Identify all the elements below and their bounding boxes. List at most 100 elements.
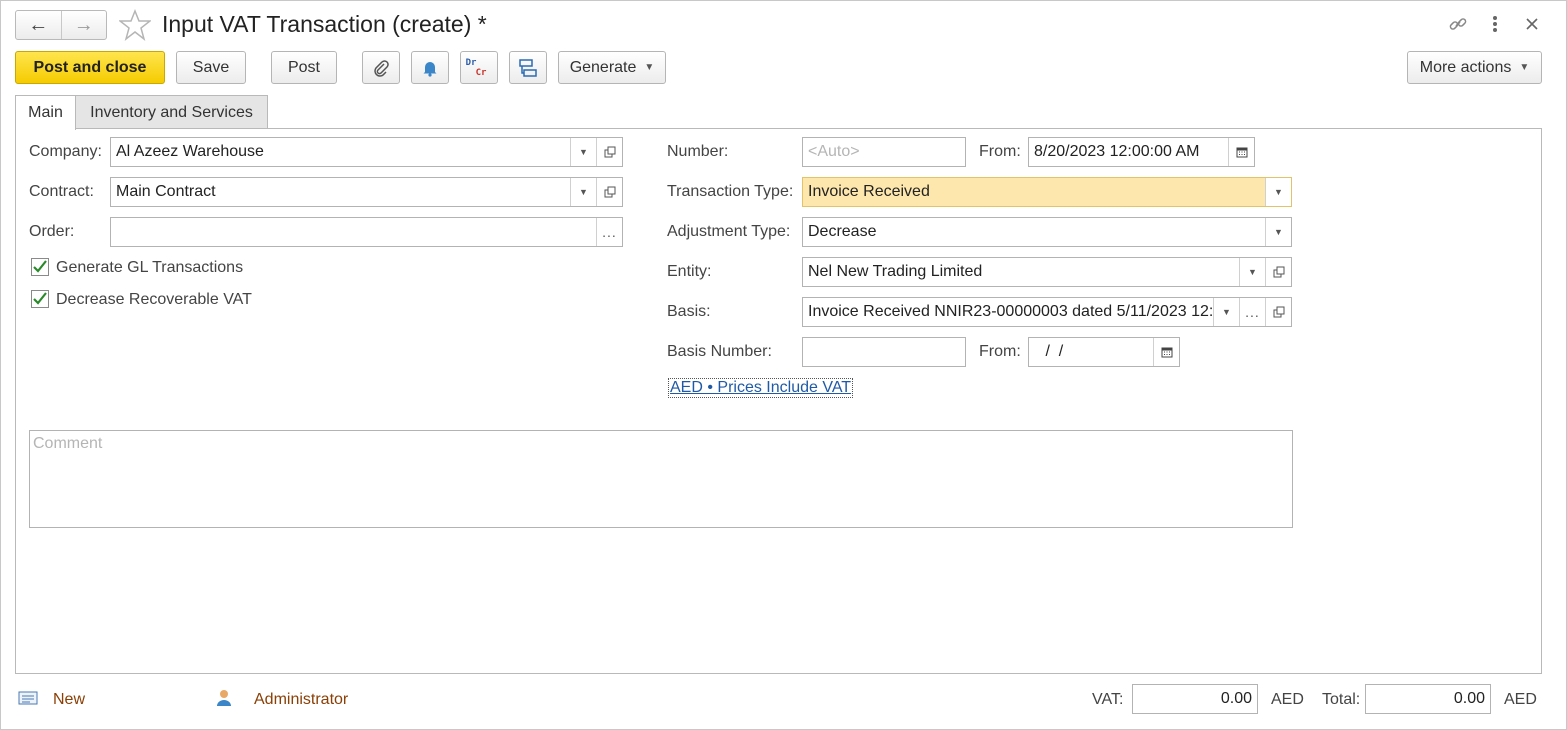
currency-prices-link[interactable]: AED • Prices Include VAT bbox=[668, 378, 854, 398]
navigation-group: ← → bbox=[15, 10, 107, 40]
open-icon bbox=[1273, 306, 1284, 318]
post-button[interactable]: Post bbox=[271, 51, 337, 84]
transaction-type-value[interactable]: Invoice Received bbox=[803, 178, 1265, 206]
entity-field[interactable]: Nel New Trading Limited ▼ bbox=[802, 257, 1292, 287]
basis-select-button[interactable]: ... bbox=[1239, 298, 1265, 326]
link-button[interactable] bbox=[1446, 12, 1470, 36]
basis-field[interactable]: Invoice Received NNIR23-00000003 dated 5… bbox=[802, 297, 1292, 327]
entity-label: Entity: bbox=[667, 263, 712, 280]
basis-number-field[interactable] bbox=[802, 337, 966, 367]
dr-cr-icon: Dr Cr bbox=[465, 57, 487, 78]
basis-from-label: From: bbox=[979, 343, 1021, 360]
chevron-down-icon: ▼ bbox=[579, 147, 588, 157]
basis-open-button[interactable] bbox=[1265, 298, 1291, 326]
entity-value[interactable]: Nel New Trading Limited bbox=[803, 258, 1239, 286]
adjustment-type-field[interactable]: Decrease ▼ bbox=[802, 217, 1292, 247]
open-icon bbox=[604, 186, 615, 198]
save-button[interactable]: Save bbox=[176, 51, 246, 84]
company-field[interactable]: Al Azeez Warehouse ▼ bbox=[110, 137, 623, 167]
chevron-down-icon: ▼ bbox=[1274, 187, 1283, 197]
link-icon bbox=[1449, 18, 1467, 30]
from-date-field[interactable]: 8/20/2023 12:00:00 AM bbox=[1028, 137, 1255, 167]
order-value[interactable] bbox=[111, 218, 596, 246]
from-calendar-button[interactable] bbox=[1228, 138, 1254, 166]
generate-gl-label[interactable]: Generate GL Transactions bbox=[56, 258, 243, 278]
post-and-close-button[interactable]: Post and close bbox=[15, 51, 165, 84]
tab-inventory-and-services[interactable]: Inventory and Services bbox=[75, 95, 268, 129]
number-label: Number: bbox=[667, 143, 729, 160]
generate-gl-checkbox[interactable] bbox=[31, 258, 49, 276]
more-menu-button[interactable] bbox=[1483, 12, 1507, 36]
structure-icon bbox=[519, 58, 537, 77]
open-icon bbox=[1273, 266, 1284, 278]
main-panel bbox=[15, 128, 1542, 674]
total-label: Total: bbox=[1322, 691, 1361, 708]
close-icon bbox=[1526, 18, 1538, 30]
number-field[interactable]: <Auto> bbox=[802, 137, 966, 167]
basis-from-calendar-button[interactable] bbox=[1153, 338, 1179, 366]
contract-label: Contract: bbox=[29, 183, 94, 200]
order-field[interactable]: ... bbox=[110, 217, 623, 247]
basis-value[interactable]: Invoice Received NNIR23-00000003 dated 5… bbox=[803, 298, 1213, 326]
company-value[interactable]: Al Azeez Warehouse bbox=[111, 138, 570, 166]
basis-number-label: Basis Number: bbox=[667, 343, 772, 360]
order-select-button[interactable]: ... bbox=[596, 218, 622, 246]
forward-button[interactable]: → bbox=[60, 11, 107, 39]
adjustment-type-value[interactable]: Decrease bbox=[803, 218, 1265, 246]
company-dropdown-button[interactable]: ▼ bbox=[570, 138, 596, 166]
favorite-button[interactable] bbox=[117, 8, 153, 46]
transaction-type-field[interactable]: Invoice Received ▼ bbox=[802, 177, 1292, 207]
dr-cr-button[interactable]: Dr Cr bbox=[460, 51, 498, 84]
calendar-icon bbox=[1161, 347, 1172, 358]
document-icon bbox=[18, 691, 38, 705]
transaction-type-dropdown-button[interactable]: ▼ bbox=[1265, 178, 1291, 206]
author-link[interactable]: Administrator bbox=[254, 690, 348, 710]
adjustment-type-label: Adjustment Type: bbox=[667, 223, 791, 240]
contract-field[interactable]: Main Contract ▼ bbox=[110, 177, 623, 207]
basis-from-date-field[interactable]: / / bbox=[1028, 337, 1180, 367]
paperclip-icon bbox=[374, 59, 389, 77]
chevron-down-icon: ▼ bbox=[579, 187, 588, 197]
structure-button[interactable] bbox=[509, 51, 547, 84]
decrease-vat-label[interactable]: Decrease Recoverable VAT bbox=[56, 290, 252, 310]
vat-currency: AED bbox=[1271, 691, 1304, 708]
user-icon bbox=[217, 690, 231, 706]
favorite-star-icon bbox=[117, 8, 153, 41]
basis-from-date-value[interactable]: / / bbox=[1029, 338, 1153, 366]
from-label: From: bbox=[979, 143, 1021, 160]
vat-label: VAT: bbox=[1092, 691, 1124, 708]
contract-dropdown-button[interactable]: ▼ bbox=[570, 178, 596, 206]
generate-dropdown-button[interactable]: Generate ▼ bbox=[558, 51, 666, 84]
basis-dropdown-button[interactable]: ▼ bbox=[1213, 298, 1239, 326]
vat-amount: 0.00 bbox=[1132, 684, 1258, 714]
more-actions-button[interactable]: More actions ▼ bbox=[1407, 51, 1542, 84]
close-button[interactable] bbox=[1520, 12, 1544, 36]
back-button[interactable]: ← bbox=[16, 11, 61, 39]
attachments-button[interactable] bbox=[362, 51, 400, 84]
transaction-type-label: Transaction Type: bbox=[667, 183, 794, 200]
status-document-icon-wrap bbox=[18, 690, 38, 711]
from-date-value[interactable]: 8/20/2023 12:00:00 AM bbox=[1029, 138, 1228, 166]
comment-textarea[interactable]: Comment bbox=[29, 430, 1293, 528]
entity-open-button[interactable] bbox=[1265, 258, 1291, 286]
status-new-link[interactable]: New bbox=[53, 690, 85, 710]
basis-number-value[interactable] bbox=[803, 338, 965, 366]
chevron-down-icon: ▼ bbox=[1274, 227, 1283, 237]
reminder-button[interactable] bbox=[411, 51, 449, 84]
check-icon bbox=[33, 260, 47, 273]
chevron-down-icon: ▼ bbox=[1248, 267, 1257, 277]
tab-main[interactable]: Main bbox=[15, 95, 76, 130]
total-currency: AED bbox=[1504, 691, 1537, 708]
more-vert-icon bbox=[1493, 16, 1497, 32]
company-open-button[interactable] bbox=[596, 138, 622, 166]
decrease-vat-checkbox[interactable] bbox=[31, 290, 49, 308]
bell-icon bbox=[423, 61, 437, 77]
contract-open-button[interactable] bbox=[596, 178, 622, 206]
contract-value[interactable]: Main Contract bbox=[111, 178, 570, 206]
open-icon bbox=[604, 146, 615, 158]
entity-dropdown-button[interactable]: ▼ bbox=[1239, 258, 1265, 286]
page-title: Input VAT Transaction (create) * bbox=[162, 11, 487, 37]
number-placeholder[interactable]: <Auto> bbox=[803, 138, 965, 166]
adjustment-type-dropdown-button[interactable]: ▼ bbox=[1265, 218, 1291, 246]
order-label: Order: bbox=[29, 223, 75, 240]
